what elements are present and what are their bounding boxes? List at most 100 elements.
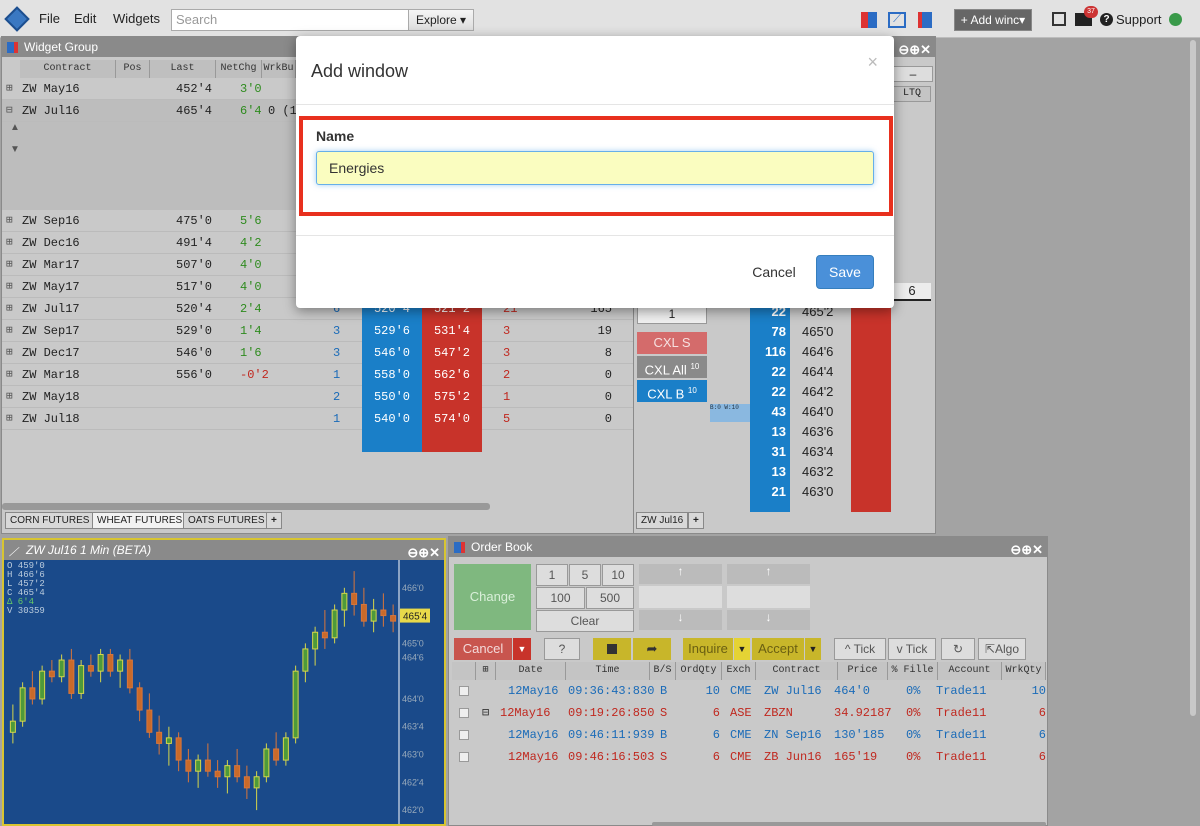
ladder-row[interactable]: 13 463'6: [710, 422, 891, 442]
menu-file[interactable]: File: [39, 11, 60, 26]
dom-window-buttons[interactable]: ⊖⊕✕: [898, 40, 931, 60]
col-exch[interactable]: Exch: [722, 662, 756, 680]
stop-button[interactable]: [593, 638, 631, 660]
help-icon[interactable]: ?: [1100, 13, 1113, 26]
candle-body[interactable]: [48, 670, 55, 678]
bid-price[interactable]: 540'0: [362, 408, 422, 430]
candle-body[interactable]: [195, 759, 202, 772]
col-ordqty[interactable]: OrdQty: [676, 662, 722, 680]
expand-row-icon[interactable]: ⊞: [6, 386, 13, 408]
cancel-order-button[interactable]: Cancel: [454, 638, 512, 660]
expand-row-icon[interactable]: ⊞: [6, 232, 13, 254]
tab-oats-futures[interactable]: OATS FUTURES: [183, 512, 270, 529]
tick-up-button[interactable]: ^ Tick: [834, 638, 886, 660]
candle-body[interactable]: [175, 737, 182, 761]
col-date[interactable]: Date: [496, 662, 566, 680]
add-window-button[interactable]: + Add winc▾: [954, 9, 1032, 31]
candle-body[interactable]: [156, 731, 163, 744]
tab-wheat-futures[interactable]: WHEAT FUTURES: [92, 512, 188, 529]
candle-body[interactable]: [117, 659, 124, 672]
candle-body[interactable]: [126, 659, 133, 689]
row-checkbox[interactable]: [459, 686, 469, 696]
tab-zw-jul16[interactable]: ZW Jul16: [636, 512, 689, 529]
expand-row-icon[interactable]: ⊞: [6, 364, 13, 386]
candle-body[interactable]: [234, 765, 241, 778]
candle-body[interactable]: [185, 759, 192, 772]
change-button[interactable]: Change: [454, 564, 531, 630]
ladder-row[interactable]: 22 464'2: [710, 382, 891, 402]
col-price[interactable]: Price: [838, 662, 888, 680]
close-icon[interactable]: ×: [867, 52, 878, 73]
cancel-button[interactable]: Cancel: [744, 255, 804, 289]
collapse-row-icon[interactable]: ⊟: [482, 702, 489, 724]
candle-body[interactable]: [165, 737, 172, 744]
order-book-window-buttons[interactable]: ⊖⊕✕: [1010, 540, 1043, 560]
table-row[interactable]: 12May16 09:46:16:503 S 6 CME ZB Jun16 165'19 0%…: [450, 746, 1048, 768]
ask-price[interactable]: 574'0: [422, 408, 482, 430]
expand-row-icon[interactable]: ⊞: [6, 210, 13, 232]
expand-row-icon[interactable]: ⊞: [6, 320, 13, 342]
candle-body[interactable]: [370, 609, 377, 622]
ask-price[interactable]: 562'6: [422, 364, 482, 386]
help-button[interactable]: ?: [544, 638, 580, 660]
candle-body[interactable]: [9, 720, 16, 733]
ask-price[interactable]: 531'4: [422, 320, 482, 342]
price-down-button[interactable]: ↓: [639, 610, 722, 630]
ladder-row[interactable]: 21 463'0: [710, 482, 891, 502]
cancel-dropdown-icon[interactable]: ▼: [513, 638, 531, 660]
table-row[interactable]: ⊞ ZW Jul18: [2, 408, 634, 430]
candle-body[interactable]: [312, 631, 319, 650]
ask-price[interactable]: 547'2: [422, 342, 482, 364]
qty-up-button[interactable]: ↑: [727, 564, 810, 584]
candle-body[interactable]: [214, 770, 221, 778]
candle-body[interactable]: [136, 687, 143, 711]
candle-body[interactable]: [224, 765, 231, 778]
bid-price[interactable]: 546'0: [362, 342, 422, 364]
qty-1-button[interactable]: 1: [536, 564, 568, 586]
ladder-row[interactable]: 13 463'2: [710, 462, 891, 482]
table-row[interactable]: 12May16 09:36:43:830 B 10 CME ZW Jul16 464'0 0%…: [450, 680, 1048, 702]
candle-body[interactable]: [58, 659, 65, 678]
col-account[interactable]: Account: [938, 662, 1002, 680]
h-scrollbar[interactable]: [2, 503, 490, 510]
row-checkbox[interactable]: [459, 730, 469, 740]
widget-icon[interactable]: [861, 12, 877, 28]
search-input[interactable]: Search: [171, 9, 409, 31]
bid-price[interactable]: 550'0: [362, 386, 422, 408]
table-row[interactable]: ⊞ ZW Mar18 556'0 -0'2: [2, 364, 634, 386]
ladder-row[interactable]: 43 464'0: [710, 402, 891, 422]
qty-5-button[interactable]: 5: [569, 564, 601, 586]
tab-corn-futures[interactable]: CORN FUTURES: [5, 512, 95, 529]
page-scrollbar[interactable]: [1190, 40, 1196, 716]
bid-price[interactable]: 529'6: [362, 320, 422, 342]
scroll-up-icon[interactable]: ▲: [10, 122, 20, 133]
col-netchg[interactable]: NetChg: [216, 60, 262, 78]
inquire-button[interactable]: Inquire: [683, 638, 733, 660]
candle-body[interactable]: [321, 631, 328, 639]
support-link[interactable]: Support: [1116, 12, 1162, 27]
candle-body[interactable]: [253, 776, 260, 789]
ob-h-scrollbar[interactable]: [652, 822, 1046, 826]
bid-price[interactable]: 558'0: [362, 364, 422, 386]
clear-button[interactable]: Clear: [536, 610, 634, 632]
ladder-row[interactable]: 31 463'4: [710, 442, 891, 462]
qty-100-button[interactable]: 100: [536, 587, 585, 609]
col-pos[interactable]: Pos: [116, 60, 150, 78]
ladder-row[interactable]: 78 465'0: [710, 322, 891, 342]
col-wrkbu[interactable]: WrkBu: [262, 60, 296, 78]
inquire-dropdown-icon[interactable]: ▼: [734, 638, 750, 660]
candle-body[interactable]: [68, 659, 75, 694]
ask-price[interactable]: 575'2: [422, 386, 482, 408]
candle-body[interactable]: [146, 709, 153, 733]
candle-body[interactable]: [29, 687, 36, 700]
col-contract[interactable]: Contract: [756, 662, 838, 680]
expand-row-icon[interactable]: ⊞: [6, 276, 13, 298]
candle-body[interactable]: [341, 592, 348, 611]
candle-body[interactable]: [19, 687, 26, 722]
chart-icon[interactable]: ⟋: [888, 12, 906, 28]
row-checkbox[interactable]: [459, 752, 469, 762]
col-time[interactable]: Time: [566, 662, 650, 680]
menu-edit[interactable]: Edit: [74, 11, 96, 26]
save-icon[interactable]: [1052, 12, 1066, 26]
qty-field[interactable]: [727, 586, 810, 608]
